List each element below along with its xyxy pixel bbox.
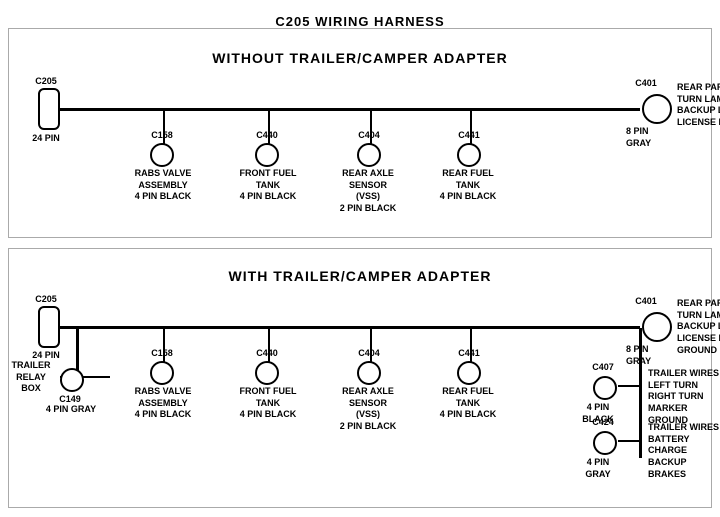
bottom-c205-rect [38, 306, 60, 348]
bottom-c404-desc: REAR AXLESENSOR(VSS)2 PIN BLACK [337, 386, 399, 433]
top-c440-id: C440 [245, 130, 289, 142]
bottom-c407-desc: TRAILER WIRESLEFT TURNRIGHT TURNMARKERGR… [648, 368, 720, 426]
top-c404-id: C404 [347, 130, 391, 142]
bottom-c440-id: C440 [245, 348, 289, 360]
top-c401-desc: REAR PARK/STOPTURN LAMPSBACKUP LAMPSLICE… [677, 82, 720, 129]
top-section-label: WITHOUT TRAILER/CAMPER ADAPTER [212, 50, 507, 66]
bottom-c424-id: C424 [583, 417, 623, 429]
bottom-c407-id: C407 [583, 362, 623, 374]
top-c441-circle [457, 143, 481, 167]
bottom-c158-circle [150, 361, 174, 385]
top-c440-circle [255, 143, 279, 167]
bottom-c440-desc: FRONT FUELTANK4 PIN BLACK [237, 386, 299, 421]
diagram-area: C205 WIRING HARNESS WITHOUT TRAILER/CAMP… [0, 0, 720, 500]
top-c205-id: C205 [26, 76, 66, 88]
bottom-c407-hline [618, 385, 640, 387]
bottom-c205-id: C205 [26, 294, 66, 306]
bottom-c441-desc: REAR FUELTANK4 PIN BLACK [437, 386, 499, 421]
bottom-c401-circle [642, 312, 672, 342]
bottom-c441-id: C441 [447, 348, 491, 360]
bottom-c441-circle [457, 361, 481, 385]
bottom-c404-circle [357, 361, 381, 385]
bottom-c401-pin: 8 PINGRAY [626, 344, 706, 367]
top-c205-pin: 24 PIN [26, 133, 66, 145]
bottom-section-label: WITH TRAILER/CAMPER ADAPTER [229, 268, 492, 284]
top-c158-desc: RABS VALVEASSEMBLY4 PIN BLACK [132, 168, 194, 203]
bottom-c149-circle [60, 368, 84, 392]
bottom-trailer-relay: TRAILERRELAYBOX [4, 360, 58, 395]
top-c404-circle [357, 143, 381, 167]
top-c401-circle [642, 94, 672, 124]
top-main-line [60, 108, 640, 111]
top-c401-id: C401 [626, 78, 666, 90]
bottom-right-vline [639, 328, 642, 458]
bottom-c158-desc: RABS VALVEASSEMBLY4 PIN BLACK [132, 386, 194, 421]
top-c158-circle [150, 143, 174, 167]
top-c440-desc: FRONT FUELTANK4 PIN BLACK [237, 168, 299, 203]
top-c441-desc: REAR FUELTANK4 PIN BLACK [437, 168, 499, 203]
top-c205-rect [38, 88, 60, 130]
top-c441-id: C441 [447, 130, 491, 142]
bottom-c440-circle [255, 361, 279, 385]
bottom-c158-id: C158 [140, 348, 184, 360]
bottom-c424-pin: 4 PINGRAY [575, 457, 621, 480]
bottom-c404-id: C404 [347, 348, 391, 360]
bottom-c407-circle [593, 376, 617, 400]
bottom-c424-hline [618, 440, 640, 442]
top-c404-desc: REAR AXLESENSOR(VSS)2 PIN BLACK [337, 168, 399, 215]
top-c401-pin: 8 PINGRAY [626, 126, 706, 149]
bottom-c424-circle [593, 431, 617, 455]
bottom-main-line [60, 326, 640, 329]
page-title: C205 WIRING HARNESS [0, 6, 720, 29]
bottom-c401-id: C401 [626, 296, 666, 308]
bottom-c424-desc: TRAILER WIRESBATTERY CHARGEBACKUPBRAKES [648, 422, 720, 480]
top-c158-id: C158 [140, 130, 184, 142]
bottom-c149-pin: 4 PIN GRAY [44, 404, 98, 416]
